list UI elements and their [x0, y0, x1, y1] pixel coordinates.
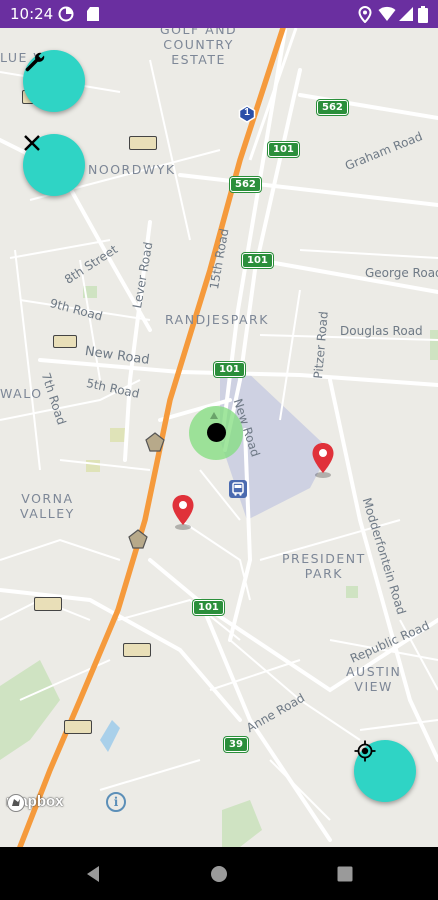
wrench-icon [25, 52, 45, 72]
my-location-icon [354, 740, 376, 762]
street-label-douglas: Douglas Road [340, 324, 423, 338]
map-view[interactable]: GOLF AND COUNTRY ESTATE NOORDWYK RANDJES… [0, 28, 438, 847]
area-label-president: PRESIDENT PARK [282, 551, 366, 581]
close-button[interactable] [23, 134, 85, 196]
data-saver-icon [58, 6, 74, 27]
route-shield-101: 101 [214, 362, 245, 377]
interchange-sign-icon [123, 643, 151, 657]
route-shield-39: 39 [224, 737, 248, 752]
street-label-george: George Road [365, 266, 438, 280]
status-time: 10:24 [10, 5, 54, 23]
interchange-sign-icon [34, 597, 62, 611]
area-label-vorna: VORNA VALLEY [20, 491, 75, 521]
interchange-sign-icon [64, 720, 92, 734]
mapbox-logo[interactable]: mapbox [6, 793, 64, 812]
status-bar: 10:24 [0, 0, 438, 28]
recents-button[interactable] [333, 862, 357, 886]
route-shield-101: 101 [193, 600, 224, 615]
user-location-heading-icon [210, 412, 218, 419]
area-label-noordwyk: NOORDWYK [88, 162, 176, 177]
back-icon [87, 866, 99, 882]
attribution-info-icon[interactable]: i [106, 792, 126, 812]
bus-station-icon [229, 480, 247, 498]
interchange-sign-icon [53, 335, 77, 348]
area-label-randjespark: RANDJESPARK [165, 312, 269, 327]
close-icon [24, 135, 40, 151]
area-label-austin: AUSTIN VIEW [346, 664, 402, 694]
signal-icon [398, 6, 414, 27]
route-shield-562: 562 [317, 100, 348, 115]
location-icon [358, 5, 372, 28]
navigation-bar [0, 847, 438, 900]
area-label-walo: WALO [0, 386, 43, 401]
wifi-icon [378, 6, 396, 27]
route-shield-562: 562 [230, 177, 261, 192]
back-button[interactable] [82, 862, 106, 886]
user-location-dot [207, 423, 226, 442]
settings-button[interactable] [23, 50, 85, 112]
home-button[interactable] [207, 862, 231, 886]
locate-me-button[interactable] [354, 740, 416, 802]
battery-icon [418, 6, 428, 28]
home-icon [211, 866, 227, 882]
national-route-number: 1 [244, 107, 250, 118]
sd-card-icon [86, 6, 100, 27]
interchange-sign-icon [129, 136, 157, 150]
area-label-golf: GOLF AND COUNTRY ESTATE [160, 28, 238, 67]
mapbox-logo-icon [7, 794, 25, 812]
national-route-shield: 1 [238, 105, 256, 123]
recents-icon [337, 866, 353, 882]
route-shield-101: 101 [268, 142, 299, 157]
route-shield-101: 101 [242, 253, 273, 268]
